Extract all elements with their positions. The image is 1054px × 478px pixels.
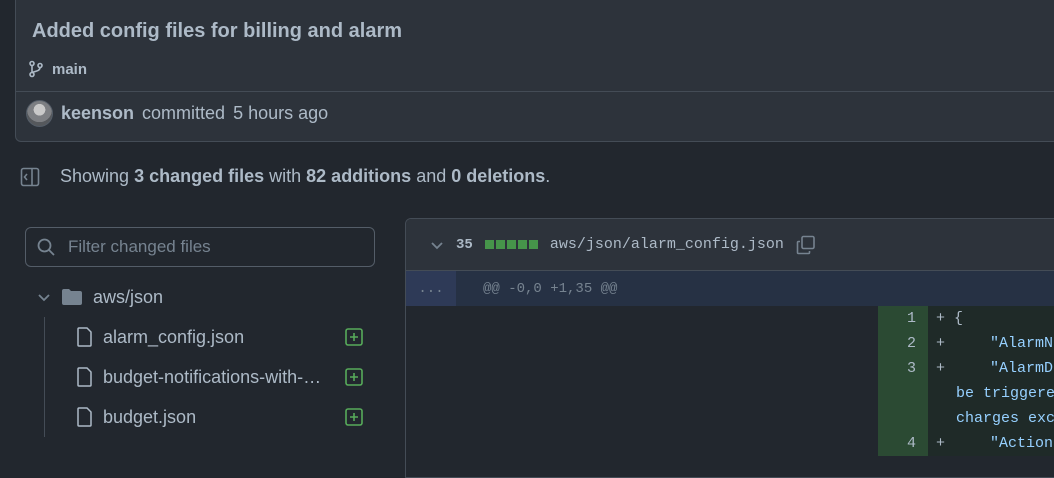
diff-lines: 1 +{ 2 + "AlarmN 3 + "AlarmD be triggere… bbox=[406, 306, 1054, 456]
diffstat-blocks bbox=[484, 240, 538, 249]
commit-author[interactable]: keenson bbox=[61, 103, 134, 124]
diff-summary: Showing 3 changed files with 82 addition… bbox=[20, 166, 550, 187]
diff-line: 4 + "Action bbox=[406, 431, 1054, 456]
hunk-header-text: @@ -0,0 +1,35 @@ bbox=[483, 280, 618, 297]
diff-line-count: 35 bbox=[456, 236, 473, 253]
tree-file-name: budget.json bbox=[103, 406, 197, 427]
line-number[interactable]: 1 bbox=[878, 306, 928, 331]
file-added-icon bbox=[345, 368, 363, 386]
branch-name: main bbox=[52, 60, 88, 78]
line-code-wrap: charges exc bbox=[956, 410, 1054, 427]
diff-file-header: 35 aws/json/alarm_config.json bbox=[406, 219, 1054, 271]
file-tree: aws/json alarm_config.json budget-notifi… bbox=[25, 277, 375, 437]
file-icon bbox=[77, 327, 93, 347]
tree-file-name: alarm_config.json bbox=[103, 326, 245, 347]
avatar[interactable] bbox=[26, 100, 53, 127]
additions-count: 82 additions bbox=[306, 166, 412, 186]
git-branch-icon bbox=[28, 60, 44, 78]
file-added-icon bbox=[345, 328, 363, 346]
tree-file-item[interactable]: alarm_config.json bbox=[25, 317, 375, 357]
chevron-down-icon[interactable] bbox=[430, 238, 444, 252]
file-icon bbox=[77, 407, 93, 427]
commit-meta: keenson committed 5 hours ago bbox=[26, 100, 328, 127]
file-icon bbox=[77, 367, 93, 387]
commit-time: 5 hours ago bbox=[233, 103, 329, 123]
filter-box[interactable] bbox=[25, 227, 375, 267]
folder-name: aws/json bbox=[93, 286, 164, 307]
diff-line: 1 +{ bbox=[406, 306, 1054, 331]
diff-panel: 35 aws/json/alarm_config.json ... @@ -0,… bbox=[405, 218, 1054, 478]
commit-action: committed bbox=[142, 103, 226, 123]
line-code: + "AlarmN bbox=[928, 331, 1054, 356]
diff-line: 3 + "AlarmD be triggere charges exc bbox=[406, 356, 1054, 431]
chevron-down-icon[interactable] bbox=[37, 290, 51, 304]
commit-header: Added config files for billing and alarm… bbox=[15, 0, 1054, 142]
changed-files-count: 3 changed files bbox=[134, 166, 265, 186]
search-icon bbox=[36, 237, 56, 257]
file-added-icon bbox=[345, 408, 363, 426]
tree-folder[interactable]: aws/json bbox=[25, 277, 375, 317]
divider bbox=[16, 91, 1054, 92]
tree-file-item[interactable]: budget-notifications-with-s… bbox=[25, 357, 375, 397]
diff-hunk-header: ... @@ -0,0 +1,35 @@ bbox=[406, 271, 1054, 306]
line-code: + "Action bbox=[928, 431, 1054, 456]
folder-icon bbox=[61, 288, 83, 306]
diff-file-path[interactable]: aws/json/alarm_config.json bbox=[550, 236, 784, 253]
line-number[interactable]: 2 bbox=[878, 331, 928, 356]
tree-file-item[interactable]: budget.json bbox=[25, 397, 375, 437]
commit-title: Added config files for billing and alarm bbox=[32, 20, 403, 42]
summary-text: Showing 3 changed files with 82 addition… bbox=[60, 166, 551, 186]
line-code-wrap: be triggere bbox=[956, 385, 1054, 402]
copy-icon[interactable] bbox=[796, 235, 816, 255]
tree-file-name: budget-notifications-with-s… bbox=[103, 366, 325, 387]
diff-line: 2 + "AlarmN bbox=[406, 331, 1054, 356]
line-number[interactable]: 4 bbox=[878, 431, 928, 456]
filter-input[interactable] bbox=[66, 236, 360, 258]
branch-label[interactable]: main bbox=[28, 60, 87, 78]
line-number[interactable]: 3 bbox=[878, 356, 928, 431]
sidebar-toggle-icon[interactable] bbox=[20, 167, 40, 187]
expand-hunk-button[interactable]: ... bbox=[406, 271, 456, 306]
line-code: +{ bbox=[928, 306, 1054, 331]
deletions-count: 0 deletions bbox=[451, 166, 546, 186]
